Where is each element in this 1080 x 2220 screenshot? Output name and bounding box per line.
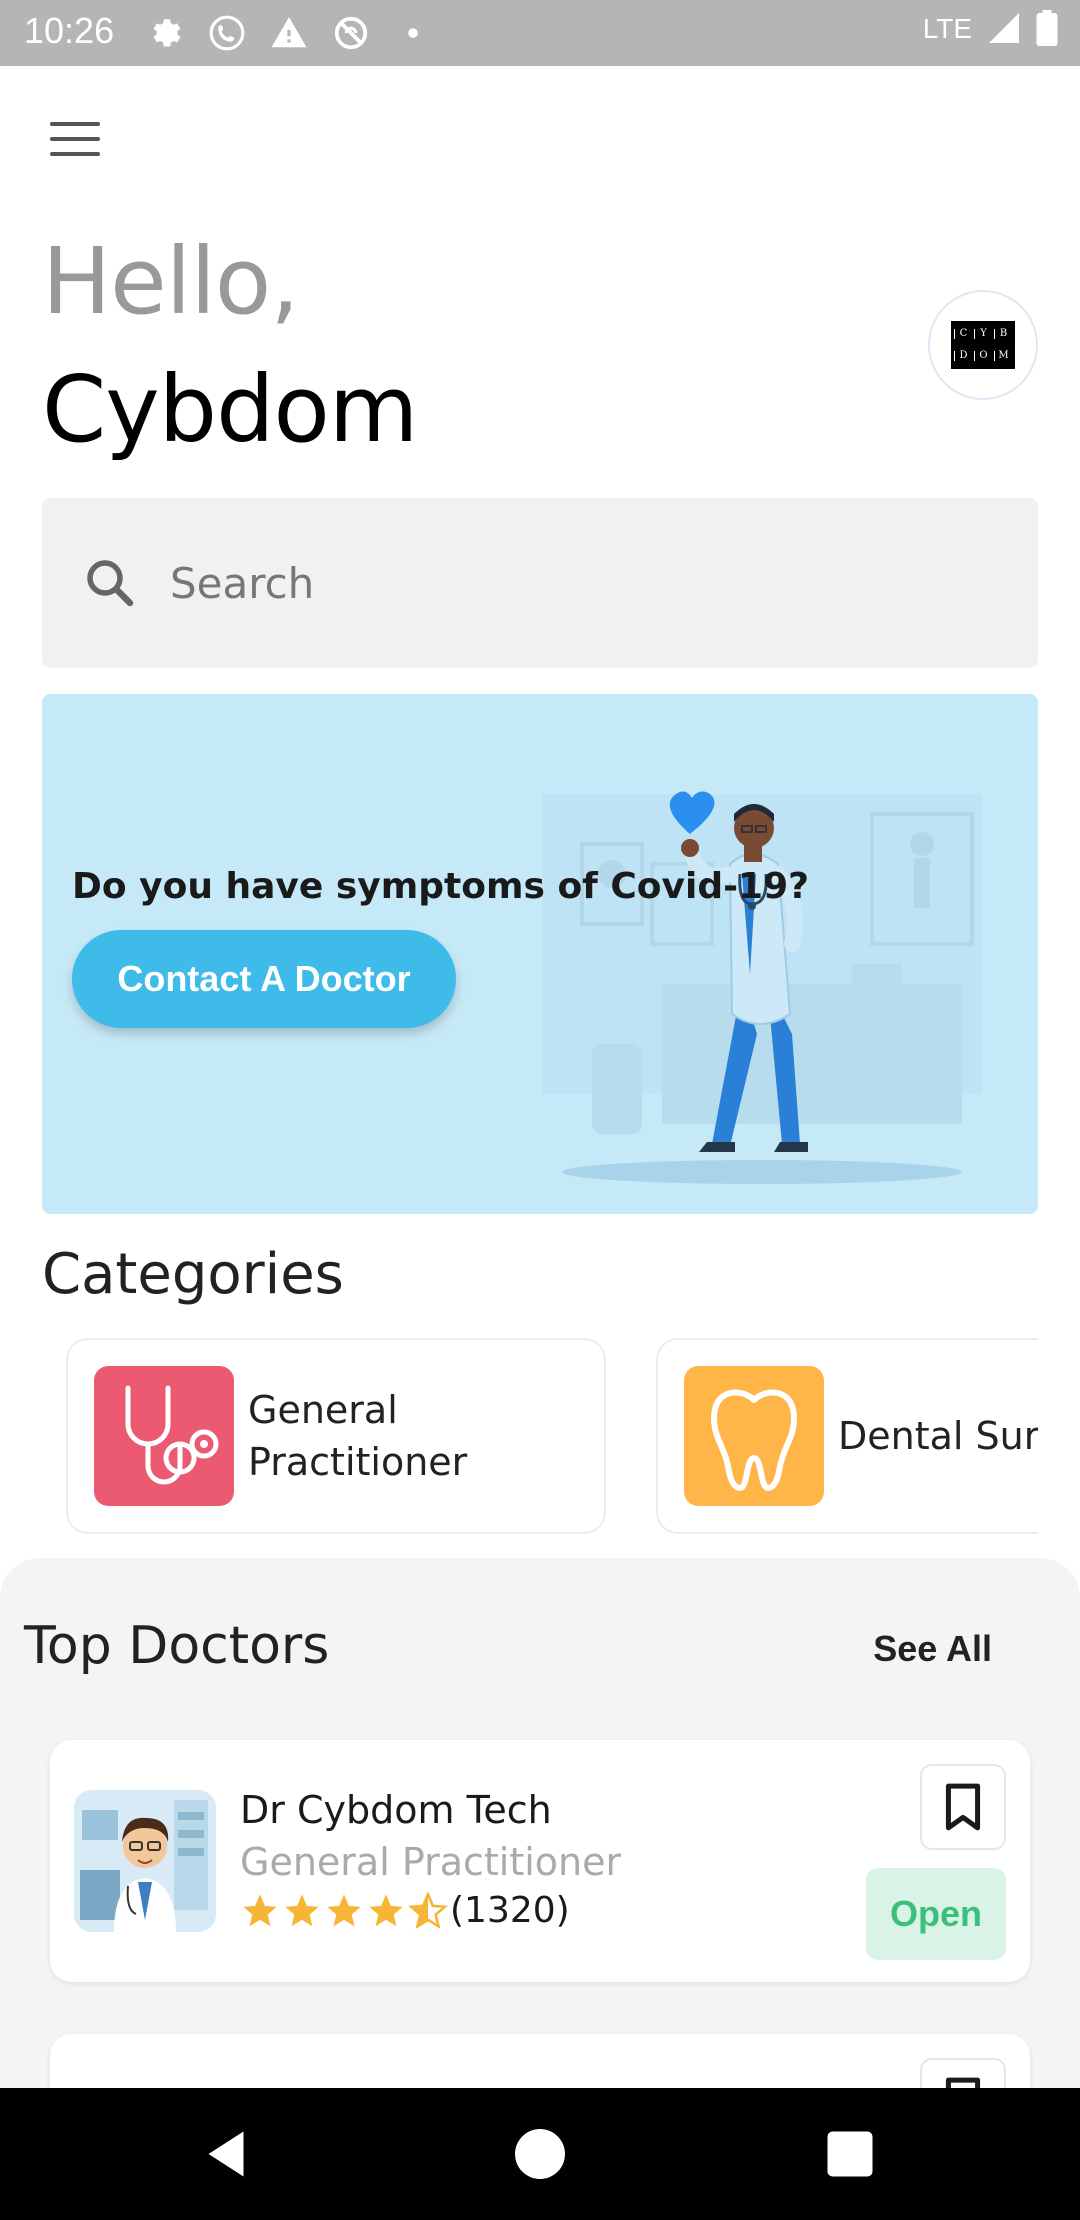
search-bar[interactable] — [42, 498, 1038, 668]
search-icon — [87, 560, 134, 607]
dot-icon — [408, 28, 418, 38]
rating-stars — [240, 1890, 448, 1931]
top-doctors-title: Top Doctors — [24, 1616, 330, 1676]
doctor-specialty: General Practitioner — [240, 1840, 622, 1884]
warning-icon — [271, 17, 307, 48]
tooth-icon — [684, 1366, 824, 1506]
status-badge: Open — [866, 1868, 1006, 1960]
star-icon — [285, 1893, 319, 1926]
home-icon[interactable] — [510, 2124, 570, 2184]
review-count: (1320) — [450, 1890, 570, 1931]
categories-title: Categories — [42, 1242, 344, 1307]
category-label: Practitioner — [248, 1440, 468, 1484]
sync-disabled-icon — [334, 16, 368, 50]
bookmark-icon — [945, 1783, 981, 1831]
avatar[interactable]: C Y B D O M — [928, 290, 1038, 400]
phone-icon — [209, 15, 245, 51]
status-bar: 10:26 LTE — [0, 0, 1080, 66]
contact-doctor-button[interactable]: Contact A Doctor — [72, 930, 456, 1028]
network-type: LTE — [922, 13, 972, 44]
doctor-rating: (1320) — [240, 1890, 570, 1931]
bookmark-button[interactable] — [920, 1764, 1006, 1850]
battery-icon — [1036, 10, 1058, 46]
star-icon — [369, 1893, 403, 1926]
category-label: Dental Surgeon — [838, 1414, 1038, 1458]
category-dental-surgeon[interactable]: Dental Surgeon — [656, 1338, 1038, 1534]
banner-title: Do you have symptoms of Covid-19? — [72, 866, 810, 907]
categories-list: General Practitioner Dental Surgeon — [66, 1338, 1038, 1534]
doctor-card[interactable]: Dr Cybdom Tech General Practitioner (132… — [50, 1740, 1030, 1982]
navigation-bar — [0, 2088, 1080, 2220]
recent-apps-icon[interactable] — [820, 2124, 880, 2184]
star-icon — [243, 1893, 277, 1926]
search-input[interactable] — [170, 558, 870, 608]
half-star-icon — [408, 1890, 448, 1929]
stethoscope-icon — [94, 1366, 234, 1506]
settings-icon — [153, 19, 181, 47]
doctor-name: Dr Cybdom Tech — [240, 1788, 552, 1832]
signal-icon — [989, 13, 1019, 43]
see-all-link[interactable]: See All — [873, 1628, 992, 1670]
doctor-photo — [74, 1790, 216, 1932]
greeting: Hello, — [42, 228, 299, 335]
back-icon[interactable] — [196, 2124, 256, 2184]
category-label: General — [248, 1388, 398, 1432]
doctor-illustration — [542, 791, 982, 1184]
star-icon — [327, 1893, 361, 1926]
covid-banner: Do you have symptoms of Covid-19? Contac… — [42, 694, 1038, 1214]
avatar-logo: C Y B D O M — [951, 321, 1015, 369]
screen: 10:26 LTE Hello, Cybdom C Y B D O M Sear… — [0, 0, 1080, 2220]
status-time: 10:26 — [24, 10, 115, 51]
menu-icon[interactable] — [50, 122, 104, 166]
category-general-practitioner[interactable]: General Practitioner — [66, 1338, 606, 1534]
status-right: LTE — [923, 10, 1058, 46]
user-name: Cybdom — [42, 356, 418, 463]
